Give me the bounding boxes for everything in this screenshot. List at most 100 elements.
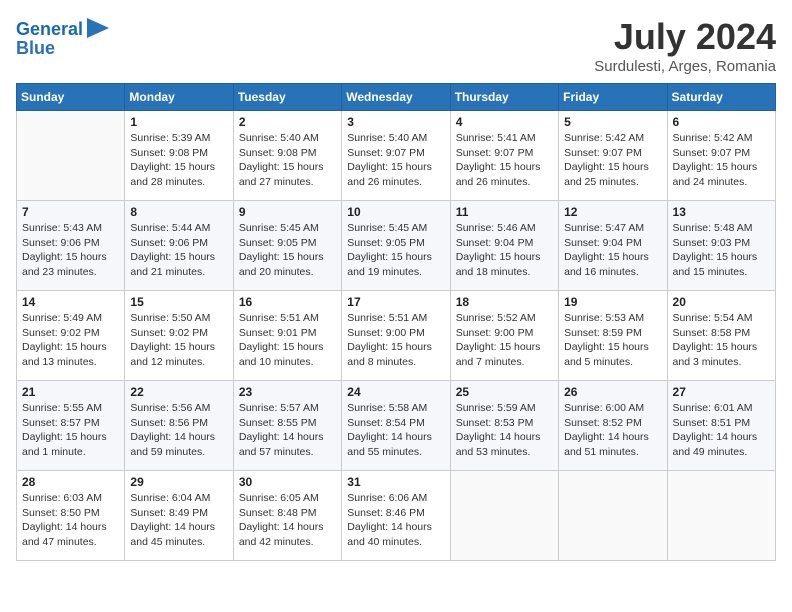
day-number: 6 — [673, 115, 770, 129]
calendar-cell: 5 Sunrise: 5:42 AM Sunset: 9:07 PM Daylig… — [559, 111, 667, 201]
day-number: 13 — [673, 205, 770, 219]
day-info: Sunrise: 5:59 AM Sunset: 8:53 PM Dayligh… — [456, 401, 553, 460]
logo-blue-text: Blue — [16, 39, 55, 59]
day-number: 16 — [239, 295, 336, 309]
day-info: Sunrise: 5:53 AM Sunset: 8:59 PM Dayligh… — [564, 311, 661, 370]
calendar-cell: 9Sunrise: 5:45 AM Sunset: 9:05 PM Daylig… — [233, 201, 341, 291]
page-header: General Blue July 2024 Surdulesti, Arges… — [16, 16, 776, 75]
day-number: 7 — [22, 205, 119, 219]
day-number: 27 — [673, 385, 770, 399]
day-info: Sunrise: 5:43 AM Sunset: 9:06 PM Dayligh… — [22, 221, 119, 280]
day-number: 20 — [673, 295, 770, 309]
day-number: 1 — [130, 115, 227, 129]
day-number: 14 — [22, 295, 119, 309]
day-info: Sunrise: 5:55 AM Sunset: 8:57 PM Dayligh… — [22, 401, 119, 460]
day-info: Sunrise: 5:56 AM Sunset: 8:56 PM Dayligh… — [130, 401, 227, 460]
day-info: Sunrise: 5:44 AM Sunset: 9:06 PM Dayligh… — [130, 221, 227, 280]
calendar-cell: 26 Sunrise: 6:00 AM Sunset: 8:52 PM Dayli… — [559, 381, 667, 471]
day-number: 26 — [564, 385, 661, 399]
day-number: 8 — [130, 205, 227, 219]
calendar-week-3: 14 Sunrise: 5:49 AM Sunset: 9:02 PM Dayli… — [17, 291, 776, 381]
calendar-cell: 27 Sunrise: 6:01 AM Sunset: 8:51 PM Dayli… — [667, 381, 775, 471]
day-number: 29 — [130, 475, 227, 489]
calendar-cell: 2Sunrise: 5:40 AM Sunset: 9:08 PM Daylig… — [233, 111, 341, 201]
day-info: Sunrise: 5:40 AM Sunset: 9:08 PM Dayligh… — [239, 131, 336, 190]
calendar-cell: 28 Sunrise: 6:03 AM Sunset: 8:50 PM Dayli… — [17, 471, 125, 561]
day-info: Sunrise: 5:51 AM Sunset: 9:01 PM Dayligh… — [239, 311, 336, 370]
day-info: Sunrise: 5:51 AM Sunset: 9:00 PM Dayligh… — [347, 311, 444, 370]
calendar-cell: 21 Sunrise: 5:55 AM Sunset: 8:57 PM Dayli… — [17, 381, 125, 471]
day-info: Sunrise: 5:48 AM Sunset: 9:03 PM Dayligh… — [673, 221, 770, 280]
day-number: 5 — [564, 115, 661, 129]
day-info: Sunrise: 5:58 AM Sunset: 8:54 PM Dayligh… — [347, 401, 444, 460]
calendar-week-2: 7 Sunrise: 5:43 AM Sunset: 9:06 PM Daylig… — [17, 201, 776, 291]
calendar-cell: 23 Sunrise: 5:57 AM Sunset: 8:55 PM Dayli… — [233, 381, 341, 471]
calendar-cell: 14 Sunrise: 5:49 AM Sunset: 9:02 PM Dayli… — [17, 291, 125, 381]
calendar-cell — [450, 471, 558, 561]
day-number: 24 — [347, 385, 444, 399]
calendar-cell: 25 Sunrise: 5:59 AM Sunset: 8:53 PM Dayli… — [450, 381, 558, 471]
day-info: Sunrise: 5:50 AM Sunset: 9:02 PM Dayligh… — [130, 311, 227, 370]
calendar-week-5: 28 Sunrise: 6:03 AM Sunset: 8:50 PM Dayli… — [17, 471, 776, 561]
day-number: 11 — [456, 205, 553, 219]
calendar-cell: 7 Sunrise: 5:43 AM Sunset: 9:06 PM Daylig… — [17, 201, 125, 291]
calendar-cell: 1 Sunrise: 5:39 AM Sunset: 9:08 PM Daylig… — [125, 111, 233, 201]
day-info: Sunrise: 6:04 AM Sunset: 8:49 PM Dayligh… — [130, 491, 227, 550]
day-info: Sunrise: 5:54 AM Sunset: 8:58 PM Dayligh… — [673, 311, 770, 370]
day-number: 25 — [456, 385, 553, 399]
day-number: 18 — [456, 295, 553, 309]
calendar-cell: 12Sunrise: 5:47 AM Sunset: 9:04 PM Dayli… — [559, 201, 667, 291]
day-info: Sunrise: 5:49 AM Sunset: 9:02 PM Dayligh… — [22, 311, 119, 370]
calendar-cell: 24 Sunrise: 5:58 AM Sunset: 8:54 PM Dayli… — [342, 381, 450, 471]
calendar-week-1: 1 Sunrise: 5:39 AM Sunset: 9:08 PM Daylig… — [17, 111, 776, 201]
day-info: Sunrise: 6:03 AM Sunset: 8:50 PM Dayligh… — [22, 491, 119, 550]
logo: General Blue — [16, 16, 109, 59]
day-number: 21 — [22, 385, 119, 399]
calendar-cell: 29 Sunrise: 6:04 AM Sunset: 8:49 PM Dayli… — [125, 471, 233, 561]
day-info: Sunrise: 5:42 AM Sunset: 9:07 PM Dayligh… — [673, 131, 770, 190]
calendar-cell: 31Sunrise: 6:06 AM Sunset: 8:46 PM Dayli… — [342, 471, 450, 561]
calendar-header-row: SundayMondayTuesdayWednesdayThursdayFrid… — [17, 84, 776, 111]
calendar-cell: 10 Sunrise: 5:45 AM Sunset: 9:05 PM Dayli… — [342, 201, 450, 291]
day-header-friday: Friday — [559, 84, 667, 111]
calendar-table: SundayMondayTuesdayWednesdayThursdayFrid… — [16, 83, 776, 561]
day-header-wednesday: Wednesday — [342, 84, 450, 111]
day-number: 4 — [456, 115, 553, 129]
day-number: 28 — [22, 475, 119, 489]
calendar-cell: 3Sunrise: 5:40 AM Sunset: 9:07 PM Daylig… — [342, 111, 450, 201]
day-info: Sunrise: 6:01 AM Sunset: 8:51 PM Dayligh… — [673, 401, 770, 460]
day-number: 22 — [130, 385, 227, 399]
day-info: Sunrise: 5:45 AM Sunset: 9:05 PM Dayligh… — [347, 221, 444, 280]
day-number: 19 — [564, 295, 661, 309]
calendar-cell — [667, 471, 775, 561]
day-number: 10 — [347, 205, 444, 219]
logo-text: General — [16, 20, 83, 40]
location-subtitle: Surdulesti, Arges, Romania — [594, 58, 776, 75]
day-info: Sunrise: 5:57 AM Sunset: 8:55 PM Dayligh… — [239, 401, 336, 460]
day-info: Sunrise: 5:47 AM Sunset: 9:04 PM Dayligh… — [564, 221, 661, 280]
day-number: 23 — [239, 385, 336, 399]
month-year-title: July 2024 — [594, 16, 776, 58]
day-info: Sunrise: 5:46 AM Sunset: 9:04 PM Dayligh… — [456, 221, 553, 280]
calendar-cell: 16 Sunrise: 5:51 AM Sunset: 9:01 PM Dayli… — [233, 291, 341, 381]
day-info: Sunrise: 5:40 AM Sunset: 9:07 PM Dayligh… — [347, 131, 444, 190]
logo-arrow-icon — [87, 18, 109, 38]
day-info: Sunrise: 6:05 AM Sunset: 8:48 PM Dayligh… — [239, 491, 336, 550]
day-header-thursday: Thursday — [450, 84, 558, 111]
calendar-cell — [559, 471, 667, 561]
calendar-cell: 4Sunrise: 5:41 AM Sunset: 9:07 PM Daylig… — [450, 111, 558, 201]
day-number: 30 — [239, 475, 336, 489]
calendar-cell: 15 Sunrise: 5:50 AM Sunset: 9:02 PM Dayli… — [125, 291, 233, 381]
day-info: Sunrise: 5:39 AM Sunset: 9:08 PM Dayligh… — [130, 131, 227, 190]
day-number: 17 — [347, 295, 444, 309]
day-info: Sunrise: 6:00 AM Sunset: 8:52 PM Dayligh… — [564, 401, 661, 460]
day-info: Sunrise: 5:52 AM Sunset: 9:00 PM Dayligh… — [456, 311, 553, 370]
calendar-cell: 20 Sunrise: 5:54 AM Sunset: 8:58 PM Dayli… — [667, 291, 775, 381]
day-number: 15 — [130, 295, 227, 309]
title-area: July 2024 Surdulesti, Arges, Romania — [594, 16, 776, 75]
day-header-tuesday: Tuesday — [233, 84, 341, 111]
day-info: Sunrise: 5:42 AM Sunset: 9:07 PM Dayligh… — [564, 131, 661, 190]
day-header-monday: Monday — [125, 84, 233, 111]
calendar-cell: 18 Sunrise: 5:52 AM Sunset: 9:00 PM Dayli… — [450, 291, 558, 381]
calendar-cell: 13 Sunrise: 5:48 AM Sunset: 9:03 PM Dayli… — [667, 201, 775, 291]
